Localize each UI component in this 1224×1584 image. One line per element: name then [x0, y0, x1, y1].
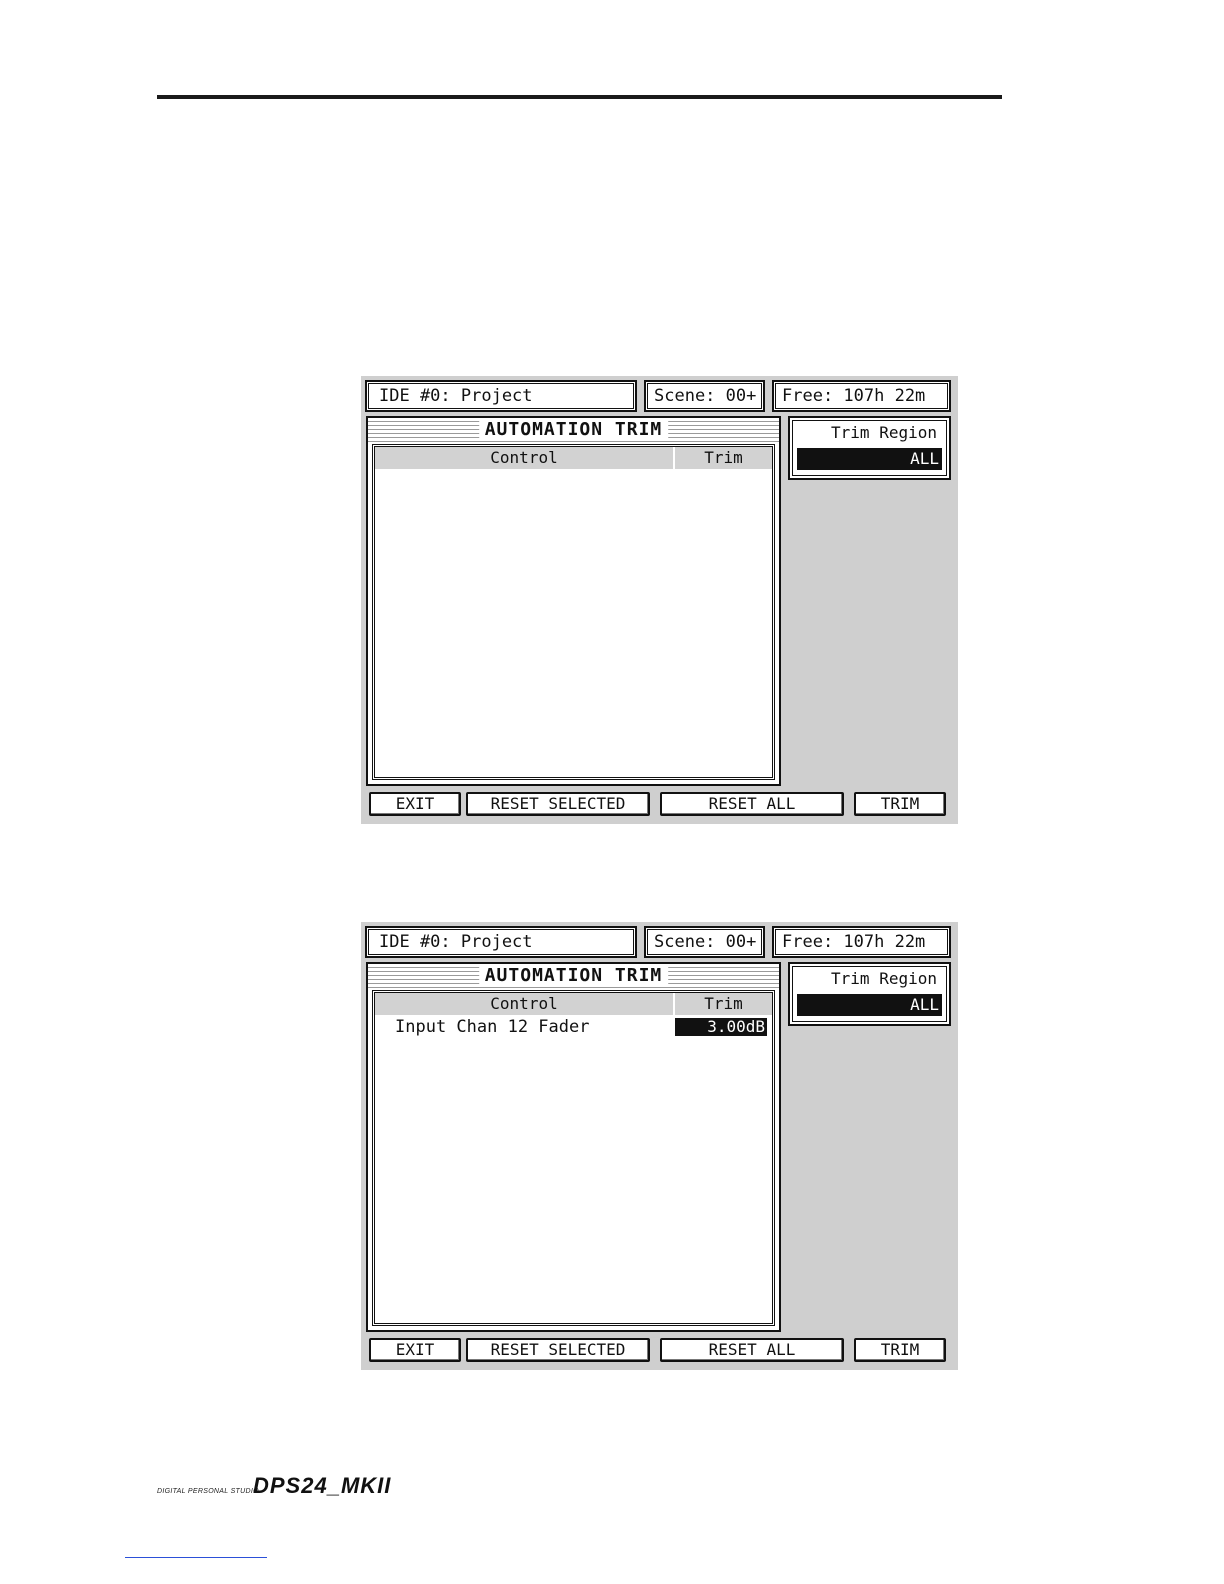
row-control-name: Input Chan 12 Fader: [395, 1017, 590, 1037]
column-header-control: Control: [490, 994, 558, 1013]
list-column-header: Control Trim: [375, 993, 772, 1015]
reset-all-button[interactable]: RESET ALL: [660, 1338, 844, 1362]
project-name-field: IDE #0: Project: [365, 926, 637, 958]
panel-title-bar: AUTOMATION TRIM: [368, 964, 779, 988]
reset-all-button[interactable]: RESET ALL: [660, 792, 844, 816]
reset-selected-button[interactable]: RESET SELECTED: [466, 792, 650, 816]
trim-list[interactable]: Control Trim: [372, 444, 775, 780]
automation-trim-screen-empty: IDE #0: Project Scene: 00+ Free: 107h 22…: [361, 376, 958, 824]
panel-title-bar: AUTOMATION TRIM: [368, 418, 779, 442]
free-space-field: Free: 107h 22m: [772, 380, 951, 412]
trim-region-label: Trim Region: [831, 423, 937, 442]
trim-button[interactable]: TRIM: [854, 1338, 946, 1362]
exit-button[interactable]: EXIT: [369, 1338, 461, 1362]
automation-trim-panel: AUTOMATION TRIM Control Trim: [366, 416, 781, 786]
brand-tagline: DIGITAL PERSONAL STUDIO: [157, 1488, 259, 1495]
automation-trim-screen-with-entry: IDE #0: Project Scene: 00+ Free: 107h 22…: [361, 922, 958, 1370]
free-space-field: Free: 107h 22m: [772, 926, 951, 958]
trim-list[interactable]: Control Trim Input Chan 12 Fader 3.00dB: [372, 990, 775, 1326]
trim-region-select[interactable]: ALL: [797, 448, 942, 470]
reset-selected-button[interactable]: RESET SELECTED: [466, 1338, 650, 1362]
exit-button[interactable]: EXIT: [369, 792, 461, 816]
trim-region-label: Trim Region: [831, 969, 937, 988]
panel-title: AUTOMATION TRIM: [478, 965, 669, 987]
brand-logo: DPS24_MKII: [253, 1473, 392, 1498]
page-top-rule: [157, 95, 1002, 99]
column-header-trim: Trim: [704, 448, 743, 467]
list-column-header: Control Trim: [375, 447, 772, 469]
column-header-trim: Trim: [704, 994, 743, 1013]
row-trim-value[interactable]: 3.00dB: [675, 1018, 767, 1036]
column-header-control: Control: [490, 448, 558, 467]
panel-title: AUTOMATION TRIM: [478, 419, 669, 441]
trim-region-panel: Trim Region ALL: [788, 962, 951, 1026]
automation-trim-panel: AUTOMATION TRIM Control Trim Input Chan …: [366, 962, 781, 1332]
trim-region-panel: Trim Region ALL: [788, 416, 951, 480]
trim-region-select[interactable]: ALL: [797, 994, 942, 1016]
list-item[interactable]: Input Chan 12 Fader 3.00dB: [375, 1015, 772, 1039]
footer-link-underline: [125, 1557, 267, 1558]
scene-field: Scene: 00+: [644, 926, 765, 958]
trim-button[interactable]: TRIM: [854, 792, 946, 816]
project-name-field: IDE #0: Project: [365, 380, 637, 412]
scene-field: Scene: 00+: [644, 380, 765, 412]
